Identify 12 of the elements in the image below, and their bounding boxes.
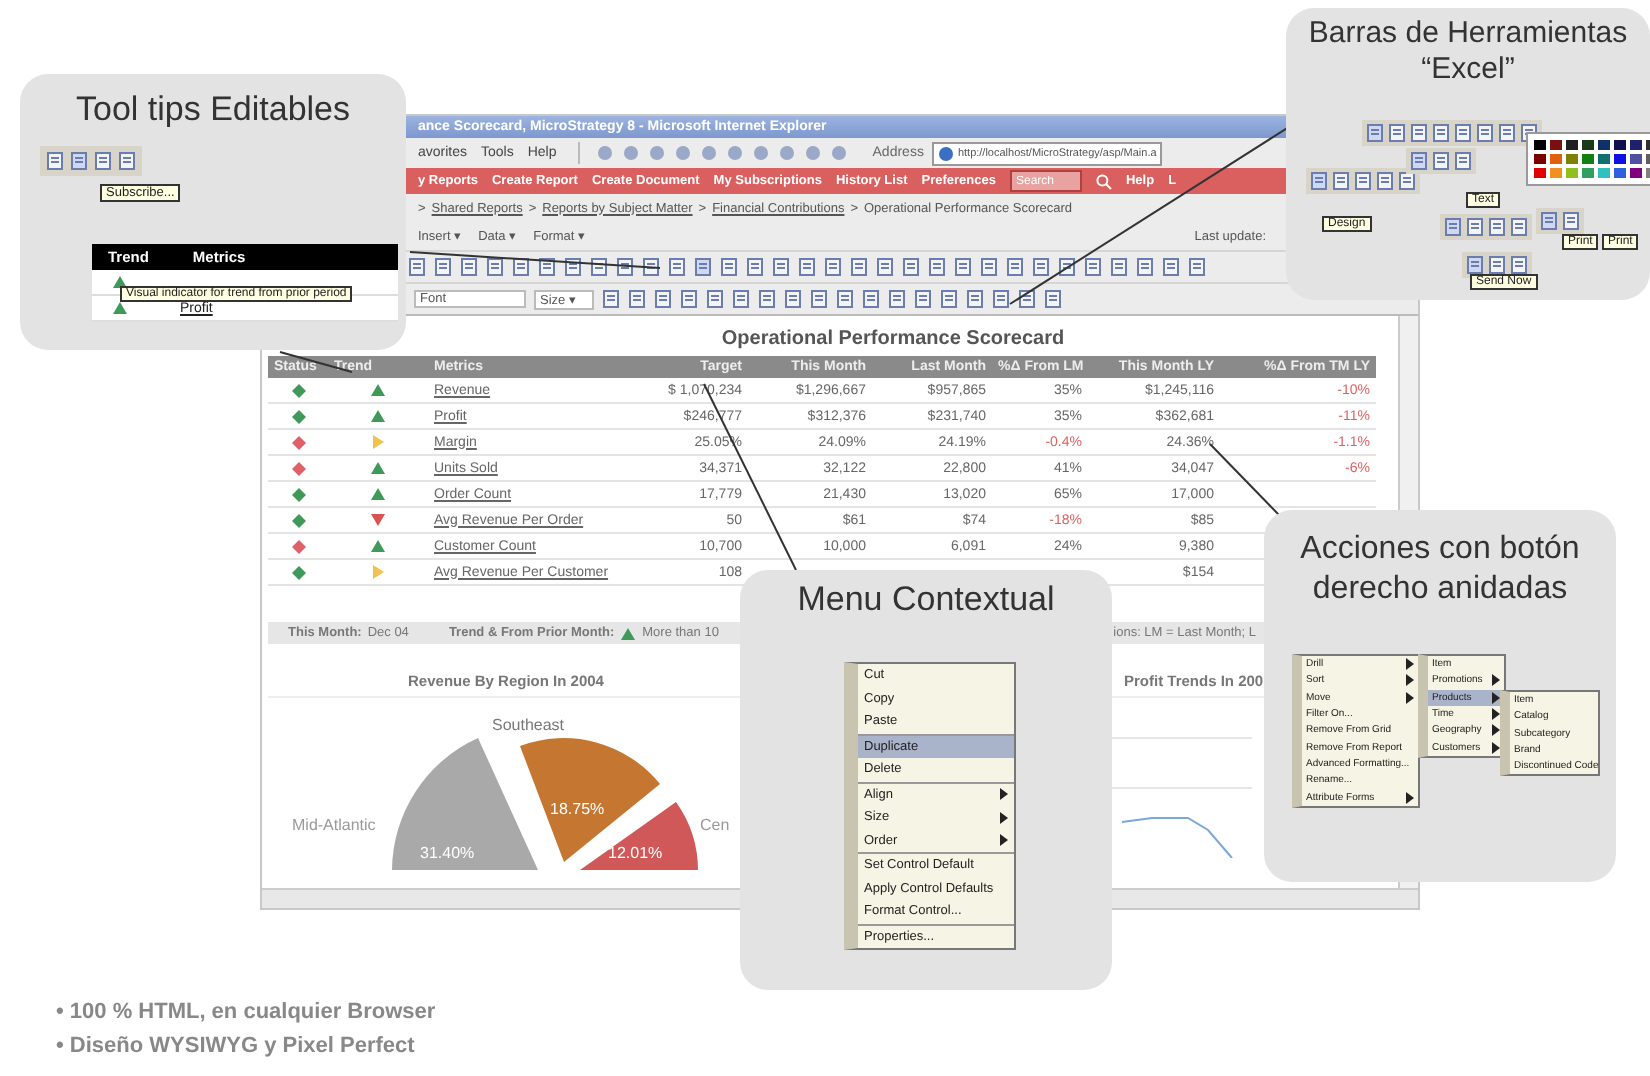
report-title: Operational Performance Scorecard: [721, 328, 1065, 354]
pie-value-label: 12.01%: [608, 844, 663, 862]
pie-value-label: 18.75%: [550, 800, 605, 818]
bullet-text: • Diseño WYSIWYG y Pixel Perfect: [56, 1032, 417, 1062]
pie-label: Cen: [700, 816, 730, 834]
bullet-text: • 100 % HTML, en cualquier Browser: [56, 998, 436, 1028]
pie-label: Mid-Atlantic: [292, 816, 376, 834]
callout-title: Menu Contextual: [795, 580, 1057, 620]
callout-title: Barras de Herramientas “Excel”: [1306, 14, 1630, 88]
pie-value-label: 31.40%: [420, 844, 475, 862]
pie-label: Southeast: [492, 716, 565, 734]
callout-title: Acciones con botón derecho anidadas: [1298, 530, 1582, 610]
